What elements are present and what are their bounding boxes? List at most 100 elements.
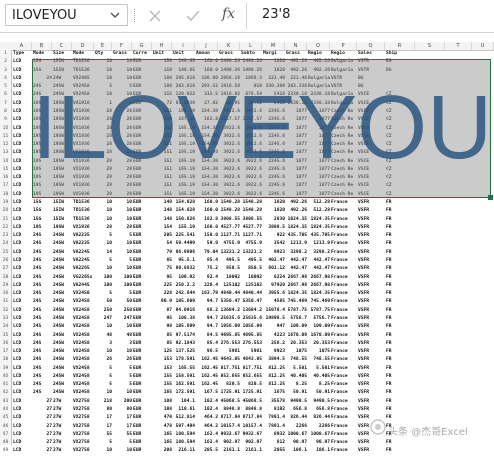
table-cell[interactable]: 24SW [53,389,72,397]
table-cell[interactable]: 27 [33,406,52,414]
table-cell[interactable]: VX2758 [73,406,94,414]
table-cell[interactable]: 850.5 [219,265,240,273]
table-cell[interactable]: 108 [153,398,172,406]
table-cell[interactable]: 106.1 [308,447,330,455]
table-cell[interactable]: 50.91 [308,389,330,397]
table-cell[interactable]: LCD [13,67,32,75]
table-cell[interactable]: EUR [133,365,152,373]
table-cell[interactable]: VX2458 [73,348,94,356]
row-number[interactable]: 2 [0,58,11,66]
table-cell[interactable]: 10157.4 [241,423,262,431]
table-cell[interactable]: 8717.84 [219,414,240,422]
table-cell[interactable]: VSFR [358,224,385,232]
table-cell[interactable]: 178.591 [173,356,195,364]
table-cell[interactable]: 9923 [263,249,285,257]
table-cell[interactable]: 110.61 [173,406,195,414]
table-cell[interactable]: 5 [95,290,112,298]
table-cell[interactable]: 13221.2 [219,249,240,257]
row-number[interactable]: 35 [0,332,11,340]
table-cell[interactable]: 24S [33,298,52,306]
table-cell[interactable]: 1675 [263,389,285,397]
column-header[interactable]: T [445,42,472,50]
table-cell[interactable]: 200 [113,398,132,406]
table-cell[interactable]: 8717.84 [241,414,262,422]
table-cell[interactable]: 205.5 [196,447,218,455]
table-cell[interactable]: France [331,439,357,447]
row-number[interactable]: 34 [0,323,11,331]
table-cell[interactable]: 1725.91 [219,389,240,397]
table-cell[interactable]: 748.55 [286,356,307,364]
table-cell[interactable]: 82.4 [196,274,218,282]
table-cell[interactable]: 435.705 [308,232,330,240]
table-cell[interactable]: 24S [33,373,52,381]
table-cell[interactable]: 45068.5 [219,398,240,406]
table-cell[interactable]: 125 [153,348,172,356]
table-cell[interactable]: 109.09 [308,323,330,331]
table-cell[interactable]: 4755.9 [241,240,262,248]
table-cell[interactable]: 5 [113,439,132,447]
table-cell[interactable]: 2266 [308,423,330,431]
table-cell[interactable]: 5787.75 [286,307,307,315]
row-number[interactable]: 13 [0,149,11,157]
table-cell[interactable]: LCD [13,58,32,66]
table-cell[interactable]: 442.47 [308,257,330,265]
table-cell[interactable]: LCD [13,83,32,91]
table-cell[interactable]: 8848.8 [219,406,240,414]
table-cell[interactable]: 48 [95,332,112,340]
table-cell[interactable]: VSFR [358,207,385,215]
table-cell[interactable]: 435.705 [286,232,307,240]
table-cell[interactable]: 820.5 [241,381,262,389]
confirm-check-icon[interactable] [184,7,202,25]
table-cell[interactable]: 5 [113,373,132,381]
column-header[interactable]: B [32,42,52,50]
table-cell[interactable]: 15IW [53,207,72,215]
table-cell[interactable]: 59.0 [196,240,218,248]
table-cell[interactable]: 153 [153,365,172,373]
table-cell[interactable]: France [331,365,357,373]
table-cell[interactable]: 1213.9 [286,240,307,248]
table-cell[interactable]: 27W [53,406,72,414]
table-cell[interactable]: 826.44 [308,414,330,422]
table-cell[interactable]: VX2458 [73,373,94,381]
table-cell[interactable]: 180.594 [173,431,195,439]
table-cell[interactable]: 2667.98 [308,282,330,290]
table-cell[interactable]: 601.12 [263,265,285,273]
table-cell[interactable]: 125102 [241,282,262,290]
table-cell[interactable]: 27W [53,431,72,439]
table-cell[interactable]: 10 [95,447,112,455]
table-cell[interactable]: 10 [113,249,132,257]
column-header[interactable]: Q [357,42,385,50]
table-cell[interactable]: 5 [113,290,132,298]
table-cell[interactable]: 25635.6 [241,315,262,323]
column-title-cell[interactable]: Mode [73,50,94,58]
table-cell[interactable]: EUR [133,257,152,265]
table-cell[interactable]: 10 [95,348,112,356]
table-cell[interactable]: 162.45 [196,356,218,364]
chevron-down-icon[interactable] [107,7,123,23]
table-cell[interactable]: 86.9806 [173,249,195,257]
table-cell[interactable]: 154.828 [173,199,195,207]
table-cell[interactable]: 205 [153,232,172,240]
table-cell[interactable]: 100 [113,282,132,290]
table-cell[interactable]: VX2458 [73,332,94,340]
table-cell[interactable]: 97.5174 [173,332,195,340]
table-cell[interactable]: 148 [153,207,172,215]
row-number[interactable]: 19 [0,199,11,207]
table-cell[interactable]: FR [386,439,415,447]
table-cell[interactable]: VSFR [358,199,385,207]
table-cell[interactable]: EUR [133,224,152,232]
insert-function-button[interactable]: fx [222,6,235,22]
table-cell[interactable]: 1824.35 [286,224,307,232]
row-number[interactable]: 39 [0,365,11,373]
table-cell[interactable]: 80 [113,406,132,414]
table-cell[interactable]: France [331,315,357,323]
table-cell[interactable]: 26 [113,356,132,364]
table-cell[interactable]: 137.525 [173,348,195,356]
table-cell[interactable]: 512.28 [308,207,330,215]
table-cell[interactable]: LCD [13,365,32,373]
table-cell[interactable]: 105.609 [173,323,195,331]
table-cell[interactable]: LCD [13,141,32,149]
row-number[interactable]: 45 [0,414,11,422]
table-cell[interactable]: 24SW [53,340,72,348]
table-cell[interactable]: 1548.28 [241,199,262,207]
